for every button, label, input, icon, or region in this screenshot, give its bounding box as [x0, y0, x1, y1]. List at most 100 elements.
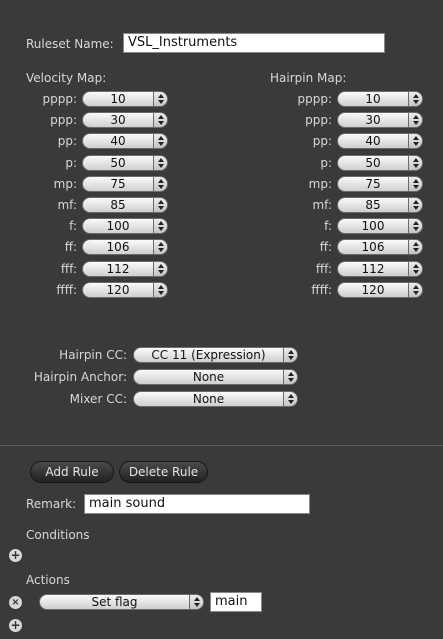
- action-type-value: Set flag: [91, 595, 138, 609]
- stepper-value: 30: [110, 113, 126, 128]
- add-rule-button[interactable]: Add Rule: [30, 461, 114, 483]
- up-down-arrows-icon: [408, 261, 422, 276]
- up-down-arrows-icon: [153, 198, 167, 212]
- x-circle-icon[interactable]: ×: [9, 596, 22, 609]
- plus-circle-icon[interactable]: +: [9, 619, 22, 632]
- hairpin-map-stepper[interactable]: 75: [337, 175, 423, 192]
- hairpin-map-row-label: f:: [324, 219, 332, 234]
- delete-rule-button[interactable]: Delete Rule: [119, 461, 208, 483]
- up-down-arrows-icon: [408, 155, 422, 170]
- up-down-arrows-icon: [283, 392, 297, 406]
- stepper-value: 100: [106, 219, 130, 234]
- velocity-map-stepper[interactable]: 50: [82, 154, 168, 171]
- stepper-value: 10: [110, 92, 126, 106]
- up-down-arrows-icon: [408, 92, 422, 106]
- up-down-arrows-icon: [408, 176, 422, 191]
- hairpin-map-title: Hairpin Map:: [270, 71, 347, 85]
- up-down-arrows-icon: [408, 282, 422, 297]
- action-value-input[interactable]: main: [210, 592, 262, 612]
- stepper-value: 30: [365, 113, 381, 128]
- stepper-value: 50: [110, 155, 126, 170]
- hairpin-cc-select[interactable]: CC 11 (Expression): [133, 347, 298, 363]
- hairpin-anchor-select[interactable]: None: [133, 369, 298, 385]
- ruleset-name-label: Ruleset Name:: [26, 37, 114, 51]
- velocity-map-stepper[interactable]: 106: [82, 239, 168, 256]
- hairpin-map-stepper[interactable]: 106: [337, 239, 423, 256]
- hairpin-map-row-label: pp:: [312, 134, 332, 149]
- stepper-value: 85: [110, 198, 126, 212]
- stepper-value: 75: [365, 176, 381, 191]
- hairpin-anchor-label: Hairpin Anchor:: [33, 370, 127, 384]
- stepper-value: 40: [110, 134, 126, 149]
- stepper-value: 120: [361, 282, 385, 297]
- conditions-label: Conditions: [26, 528, 90, 542]
- up-down-arrows-icon: [408, 198, 422, 212]
- hairpin-map-row-label: mf:: [312, 198, 332, 212]
- hairpin-map-row-label: ffff:: [311, 282, 332, 297]
- velocity-map-row-label: p:: [65, 155, 77, 170]
- velocity-map-stepper[interactable]: 10: [82, 91, 168, 107]
- velocity-map-stepper[interactable]: 120: [82, 281, 168, 298]
- up-down-arrows-icon: [189, 595, 203, 609]
- velocity-map-row-label: mp:: [53, 176, 77, 191]
- up-down-arrows-icon: [408, 134, 422, 149]
- up-down-arrows-icon: [153, 113, 167, 128]
- stepper-value: 112: [361, 261, 385, 276]
- velocity-map-row-label: ff:: [64, 240, 77, 255]
- hairpin-map-stepper[interactable]: 40: [337, 133, 423, 150]
- ruleset-name-input[interactable]: VSL_Instruments: [123, 33, 385, 53]
- hairpin-cc-value: CC 11 (Expression): [151, 348, 266, 362]
- stepper-value: 75: [110, 176, 126, 191]
- up-down-arrows-icon: [408, 219, 422, 234]
- up-down-arrows-icon: [153, 176, 167, 191]
- plus-circle-icon[interactable]: +: [9, 549, 22, 562]
- up-down-arrows-icon: [153, 240, 167, 255]
- velocity-map-row-label: ffff:: [56, 282, 77, 297]
- stepper-value: 50: [365, 155, 381, 170]
- velocity-map-stepper[interactable]: 40: [82, 133, 168, 150]
- stepper-value: 85: [365, 198, 381, 212]
- remark-input[interactable]: main sound: [84, 494, 310, 514]
- velocity-map-row-label: ppp:: [50, 113, 77, 128]
- hairpin-map-stepper[interactable]: 100: [337, 218, 423, 235]
- velocity-map-row-label: pp:: [57, 134, 77, 149]
- up-down-arrows-icon: [408, 240, 422, 255]
- section-divider: [0, 445, 443, 446]
- hairpin-anchor-value: None: [192, 370, 225, 384]
- up-down-arrows-icon: [153, 92, 167, 106]
- hairpin-map-row-label: fff:: [315, 261, 332, 276]
- velocity-map-stepper[interactable]: 85: [82, 197, 168, 213]
- velocity-map-stepper[interactable]: 30: [82, 112, 168, 129]
- up-down-arrows-icon: [153, 261, 167, 276]
- hairpin-map-stepper[interactable]: 112: [337, 260, 423, 277]
- velocity-map-row-label: fff:: [60, 261, 77, 276]
- hairpin-map-stepper[interactable]: 120: [337, 281, 423, 298]
- up-down-arrows-icon: [283, 348, 297, 362]
- stepper-value: 40: [365, 134, 381, 149]
- hairpin-map-stepper[interactable]: 50: [337, 154, 423, 171]
- velocity-map-row-label: mf:: [57, 198, 77, 212]
- action-type-select[interactable]: Set flag: [39, 594, 204, 610]
- velocity-map-stepper[interactable]: 75: [82, 175, 168, 192]
- mixer-cc-select[interactable]: None: [133, 391, 298, 407]
- stepper-value: 10: [365, 92, 381, 106]
- up-down-arrows-icon: [153, 219, 167, 234]
- stepper-value: 100: [361, 219, 385, 234]
- stepper-value: 120: [106, 282, 130, 297]
- mixer-cc-value: None: [192, 392, 225, 406]
- velocity-map-row-label: f:: [69, 219, 77, 234]
- hairpin-map-stepper[interactable]: 10: [337, 91, 423, 107]
- hairpin-map-row-label: p:: [320, 155, 332, 170]
- hairpin-map-row-label: ff:: [319, 240, 332, 255]
- velocity-map-row-label: pppp:: [42, 92, 77, 106]
- up-down-arrows-icon: [153, 282, 167, 297]
- remark-label: Remark:: [26, 497, 77, 511]
- stepper-value: 106: [106, 240, 130, 255]
- velocity-map-stepper[interactable]: 112: [82, 260, 168, 277]
- up-down-arrows-icon: [283, 370, 297, 384]
- hairpin-map-stepper[interactable]: 30: [337, 112, 423, 129]
- velocity-map-title: Velocity Map:: [26, 71, 107, 85]
- velocity-map-stepper[interactable]: 100: [82, 218, 168, 235]
- hairpin-map-stepper[interactable]: 85: [337, 197, 423, 213]
- hairpin-cc-label: Hairpin CC:: [59, 348, 127, 362]
